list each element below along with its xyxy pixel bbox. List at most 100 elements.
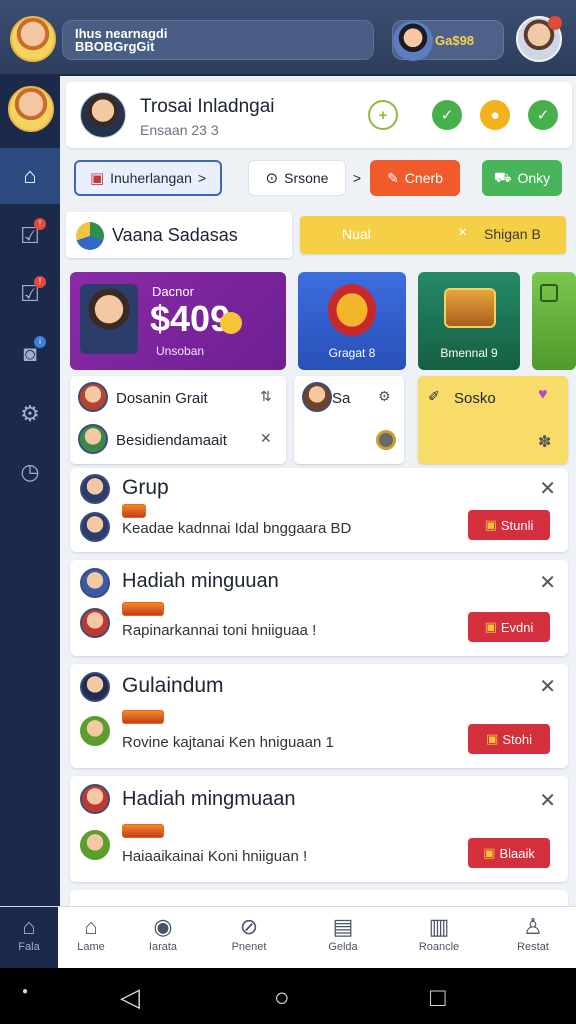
nav-label: Lame [77, 941, 105, 953]
nav-item-home[interactable]: ⌂ Fala [0, 907, 58, 969]
heart-icon[interactable]: ♥ [538, 386, 548, 404]
edit-icon: ✎ [387, 169, 399, 186]
close-icon[interactable]: ✕ [260, 430, 272, 447]
region-filter[interactable]: Vaana Sadasas [66, 212, 292, 258]
nav-item-notes[interactable]: ▥ Roancle [404, 913, 474, 953]
short-card[interactable]: Sa ⚙ [294, 376, 404, 464]
rail-badge-3: i [34, 336, 46, 348]
group-action-button[interactable]: ▣ Stohi [468, 724, 550, 754]
profile-card: Trosai Inladngai Ensaan 23 3 + ✓ ● ✓ [66, 82, 572, 148]
group-action-button[interactable]: ▣ Stunli [468, 510, 550, 540]
cart-icon: ⛟ [493, 168, 512, 185]
sticker-icon[interactable]: ✽ [538, 432, 551, 452]
list-item[interactable]: Gulaindum ✕ Rovine kajtanai Ken hniguaan… [70, 664, 568, 768]
list-item[interactable]: Hadiah minguuan ✕ Rapinarkannai toni hni… [70, 560, 568, 656]
home-circle-icon[interactable]: ○ [274, 982, 290, 1013]
list-item[interactable]: Grup ✕ Keadae kadnnai Idal bnggaara BD ▣… [70, 468, 568, 552]
close-icon[interactable]: ✕ [539, 570, 556, 595]
header-title-line2: BBOBGrgGit [75, 39, 155, 54]
green-action-button[interactable]: ⛟ Onky [482, 160, 562, 196]
reward-tile-more[interactable] [532, 272, 576, 370]
tag-icon: ⊘ [239, 914, 259, 939]
orange-action-button[interactable]: ✎ Cnerb [370, 160, 460, 196]
reward-tile-chest[interactable]: Bmennal 9 [418, 272, 520, 370]
confirm-icon[interactable]: ✓ [528, 100, 558, 130]
rail-tasks[interactable]: ☑ ! [0, 208, 60, 264]
gear-icon: ⚙ [20, 401, 40, 426]
globe-icon [76, 222, 104, 250]
tile-main-title: Dacnor [152, 284, 194, 299]
clock-icon: ◷ [20, 459, 40, 484]
friend-avatar-2 [78, 424, 108, 454]
gift-icon: ▣ [484, 619, 497, 634]
rail-camera[interactable]: ◙ i [0, 326, 60, 382]
nav-item-profile[interactable]: ♙ Restat [498, 913, 568, 953]
swap-icon[interactable]: ⇅ [260, 388, 272, 405]
gift-icon: ▣ [484, 517, 497, 532]
profile-avatar[interactable] [80, 92, 126, 138]
add-icon[interactable]: + [368, 100, 398, 130]
nav-label: Iarata [148, 941, 178, 953]
group-title: Grup [122, 476, 169, 499]
group-message: Keadae kadnnai Idal bnggaara BD [122, 520, 352, 537]
reward-tile-shield[interactable]: Gragat 8 [298, 272, 406, 370]
nav-label: Gelda [328, 941, 358, 953]
target-icon[interactable] [376, 430, 396, 450]
group-action-button[interactable]: ▣ Evdni [468, 612, 550, 642]
back-icon[interactable]: ◁ [120, 982, 140, 1013]
list-item[interactable]: Hadiah mingmuaan ✕ Haiaaikainai Koni hni… [70, 776, 568, 882]
search-button[interactable]: ⊙ Srsone [248, 160, 346, 196]
primary-action-button[interactable]: ▣ Inuherlangan > [74, 160, 222, 196]
group-title: Hadiah mingmuaan [122, 788, 296, 810]
close-icon[interactable]: × [458, 224, 467, 242]
bottom-nav: ⌂ Fala ⌂ Lame ◉ Iarata ⊘ Pnenet ▤ Gelda … [0, 906, 576, 969]
nav-item-gifts[interactable]: ▤ Gelda [308, 913, 378, 953]
main-content: Trosai Inladngai Ensaan 23 3 + ✓ ● ✓ ▣ I… [60, 76, 576, 906]
user-avatar[interactable] [10, 16, 56, 62]
group-avatar [80, 568, 110, 598]
friend-name-1: Dosanin Grait [116, 390, 208, 407]
gear-icon[interactable]: ⚙ [378, 388, 391, 405]
coin-amount: Ga$98 [435, 33, 475, 48]
header-title-box[interactable]: Ihus nearnagdi BBOBGrgGit [62, 20, 374, 60]
check-icon[interactable]: ✓ [432, 100, 462, 130]
top-bar: Ihus nearnagdi BBOBGrgGit Ga$98 [0, 0, 576, 76]
rail-settings[interactable]: ⚙ [0, 386, 60, 442]
group-action-button[interactable]: ▣ Blaaik [468, 838, 550, 868]
tile-main-value: $409 [150, 298, 231, 339]
next-arrow[interactable]: > [350, 160, 364, 196]
close-icon[interactable]: ✕ [539, 674, 556, 699]
rail-home[interactable]: ⌂ [0, 148, 60, 204]
nav-item-explore[interactable]: ⊘ Pnenet [214, 913, 284, 953]
clipboard-icon: ▥ [428, 914, 450, 939]
close-icon[interactable]: ✕ [539, 476, 556, 501]
coin-balance[interactable]: Ga$98 [392, 20, 504, 61]
nav-item-game[interactable]: ⌂ Lame [56, 913, 126, 953]
promo-bar[interactable]: Nual × Shigan B [300, 216, 566, 254]
ticket-icon: ✐ [428, 388, 440, 404]
friend-card[interactable]: Dosanin Grait ⇅ Besidiendamaait ✕ [70, 376, 286, 464]
list-item[interactable] [70, 890, 568, 906]
coin-icon[interactable]: ● [480, 100, 510, 130]
group-action-label: Stohi [502, 731, 532, 747]
rail-avatar[interactable] [8, 86, 54, 132]
store-icon: ⌂ [84, 914, 98, 939]
group-avatar [80, 672, 110, 702]
recents-icon[interactable]: □ [430, 982, 446, 1013]
friend-avatar[interactable] [516, 16, 562, 62]
ticket-card[interactable]: ✐ Sosko ♥ ✽ [418, 376, 568, 464]
group-action-label: Stunli [500, 517, 534, 533]
rail-messages[interactable]: ☑ ! [0, 266, 60, 322]
chevron-right-icon: > [197, 170, 207, 186]
nav-item-chat[interactable]: ◉ Iarata [128, 913, 198, 953]
side-rail: ⌂ ☑ ! ☑ ! ◙ i ⚙ ◷ [0, 76, 60, 906]
group-avatar [80, 474, 110, 504]
profile-subtitle: Ensaan 23 3 [140, 122, 219, 138]
reward-tile-main[interactable]: Dacnor $409 Unsoban [70, 272, 286, 370]
chat-icon: ◉ [153, 914, 173, 939]
rail-history[interactable]: ◷ [0, 444, 60, 500]
sender-avatar [80, 512, 110, 542]
ribbon-icon [122, 824, 164, 838]
rail-badge-2: ! [34, 276, 46, 288]
close-icon[interactable]: ✕ [539, 788, 556, 813]
